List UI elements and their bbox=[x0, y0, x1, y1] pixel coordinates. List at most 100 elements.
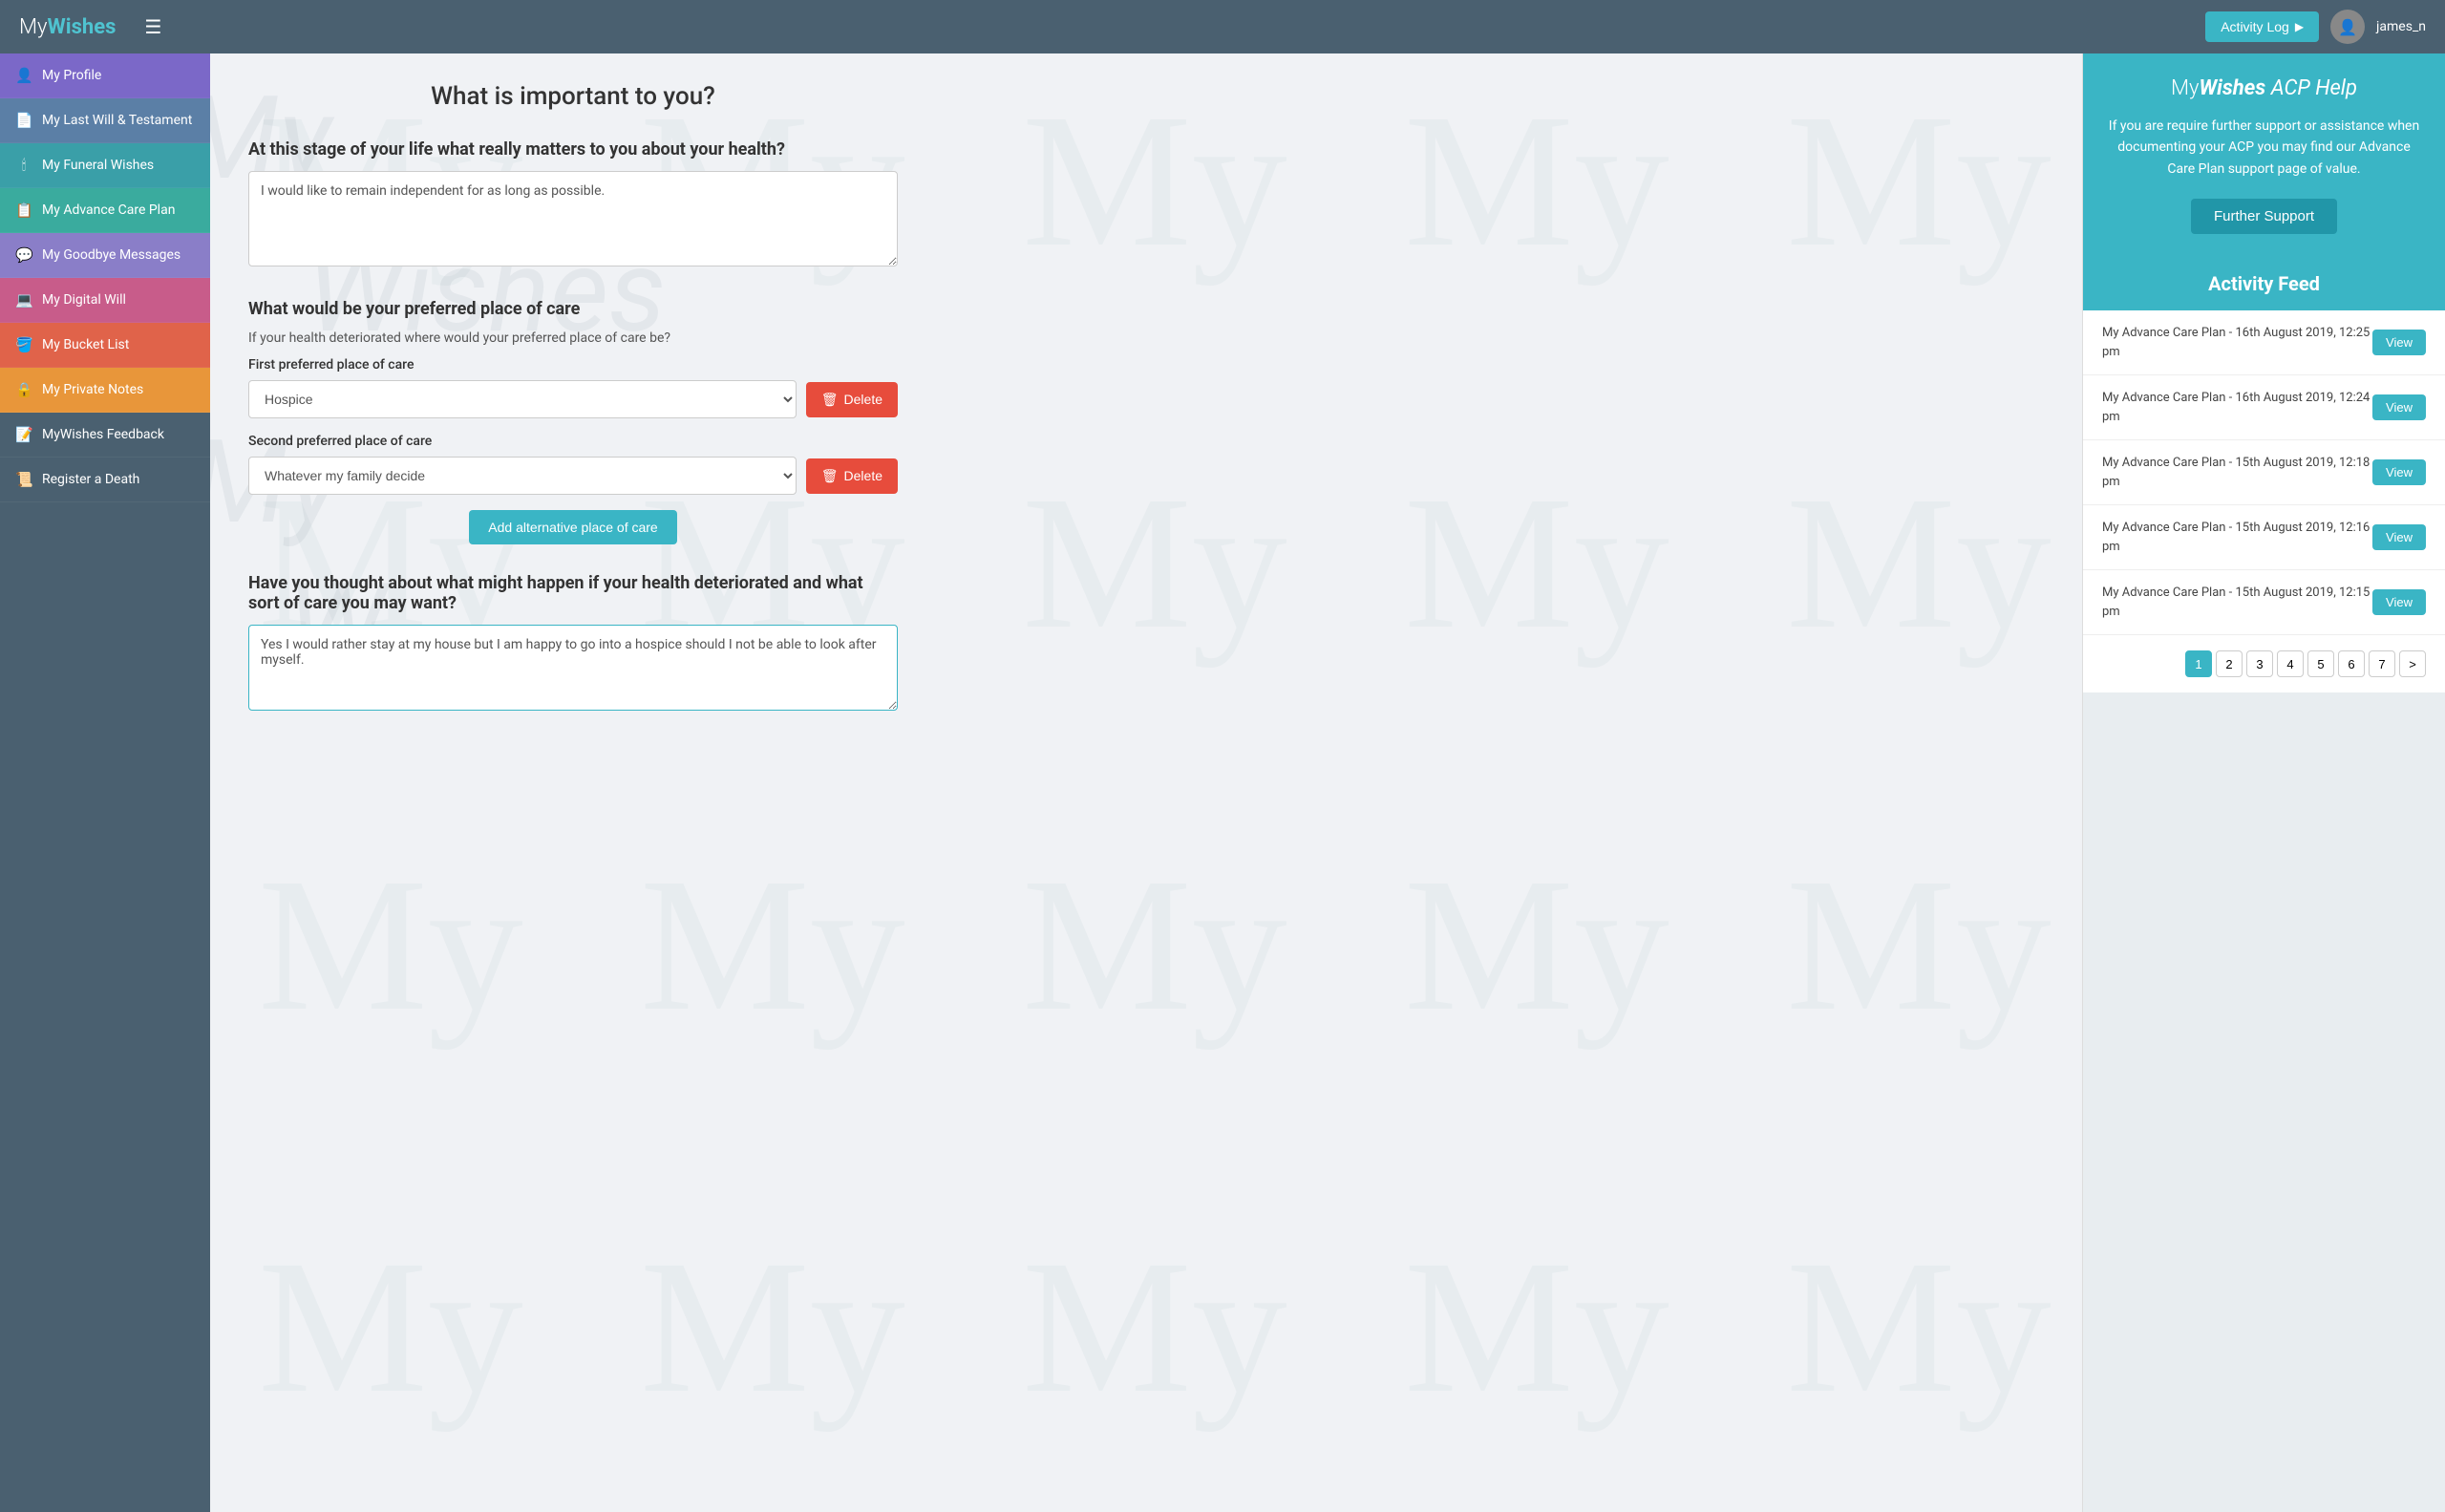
section3-title: Have you thought about what might happen… bbox=[248, 573, 898, 613]
digital-will-icon: 💻 bbox=[15, 291, 32, 309]
care-plan-icon: 📋 bbox=[15, 202, 32, 219]
sidebar-item-my-private-notes[interactable]: 🔒 My Private Notes bbox=[0, 368, 210, 413]
health-deteriorated-textarea[interactable]: Yes I would rather stay at my house but … bbox=[248, 625, 898, 711]
avatar[interactable]: 👤 bbox=[2330, 10, 2365, 44]
sidebar-label: MyWishes Feedback bbox=[42, 427, 164, 442]
header: MyWishes ☰ Activity Log ▶ 👤 james_n bbox=[0, 0, 2445, 53]
second-place-delete-button[interactable]: 🗑 Delete bbox=[806, 458, 898, 494]
profile-icon: 👤 bbox=[15, 67, 32, 84]
health-matters-textarea[interactable]: I would like to remain independent for a… bbox=[248, 171, 898, 266]
sidebar-label: My Funeral Wishes bbox=[42, 158, 154, 173]
view-button-3[interactable]: View bbox=[2372, 459, 2426, 485]
acp-wishes: Wishes bbox=[2200, 76, 2266, 100]
sidebar-label: My Private Notes bbox=[42, 382, 143, 397]
activity-item-text: My Advance Care Plan - 15th August 2019,… bbox=[2102, 584, 2372, 621]
bucket-list-icon: 🪣 bbox=[15, 336, 32, 353]
view-button-2[interactable]: View bbox=[2372, 394, 2426, 420]
activity-item: My Advance Care Plan - 15th August 2019,… bbox=[2083, 440, 2445, 505]
activity-item-text: My Advance Care Plan - 16th August 2019,… bbox=[2102, 389, 2372, 426]
acp-help-title: MyWishes ACP Help bbox=[2106, 76, 2422, 100]
hamburger-icon[interactable]: ☰ bbox=[144, 15, 161, 38]
activity-item: My Advance Care Plan - 16th August 2019,… bbox=[2083, 310, 2445, 375]
view-button-5[interactable]: View bbox=[2372, 589, 2426, 615]
section2-title: What would be your preferred place of ca… bbox=[248, 299, 898, 319]
page-button-5[interactable]: 5 bbox=[2307, 650, 2334, 677]
acp-acp: ACP Help bbox=[2271, 76, 2357, 100]
section2-subtitle: If your health deteriorated where would … bbox=[248, 330, 898, 346]
second-place-select-wrapper: Whatever my family decide Home Hospital … bbox=[248, 457, 797, 495]
page-title: What is important to you? bbox=[248, 82, 898, 111]
logo: MyWishes bbox=[19, 15, 116, 39]
sidebar-label: Register a Death bbox=[42, 472, 139, 487]
acp-help-card: MyWishes ACP Help If you are require fur… bbox=[2083, 53, 2445, 257]
user-name: james_n bbox=[2376, 19, 2426, 34]
sidebar-label: My Last Will & Testament bbox=[42, 113, 192, 128]
feedback-icon: 📝 bbox=[15, 426, 32, 443]
page-button-3[interactable]: 3 bbox=[2246, 650, 2273, 677]
register-death-icon: 📜 bbox=[15, 471, 32, 488]
page-button-2[interactable]: 2 bbox=[2216, 650, 2243, 677]
activity-feed-header: Activity Feed bbox=[2083, 257, 2445, 310]
sidebar-label: My Advance Care Plan bbox=[42, 202, 175, 218]
logo-my: My bbox=[19, 15, 48, 39]
trash-icon: 🗑 bbox=[821, 392, 839, 408]
section-health-deteriorated: Have you thought about what might happen… bbox=[248, 573, 898, 714]
funeral-icon: 🕯 bbox=[15, 157, 32, 174]
view-button-4[interactable]: View bbox=[2372, 524, 2426, 550]
logo-wishes: Wishes bbox=[48, 15, 117, 39]
add-alternative-button[interactable]: Add alternative place of care bbox=[469, 510, 676, 544]
acp-help-text: If you are require further support or as… bbox=[2106, 116, 2422, 180]
sidebar-item-my-last-will[interactable]: 📄 My Last Will & Testament bbox=[0, 98, 210, 143]
right-panel: MyWishes ACP Help If you are require fur… bbox=[2082, 53, 2445, 1512]
sidebar-item-my-goodbye-messages[interactable]: 💬 My Goodbye Messages bbox=[0, 233, 210, 278]
section-health-matters: At this stage of your life what really m… bbox=[248, 139, 898, 270]
activity-log-button[interactable]: Activity Log ▶ bbox=[2205, 11, 2319, 42]
first-place-delete-button[interactable]: 🗑 Delete bbox=[806, 382, 898, 417]
pagination: 1 2 3 4 5 6 7 > bbox=[2083, 635, 2445, 692]
first-place-select[interactable]: Hospice Home Hospital Care Home Whatever… bbox=[248, 380, 797, 418]
activity-item-text: My Advance Care Plan - 15th August 2019,… bbox=[2102, 454, 2372, 491]
second-place-select[interactable]: Whatever my family decide Home Hospital … bbox=[248, 457, 797, 495]
first-place-label: First preferred place of care bbox=[248, 357, 898, 373]
goodbye-icon: 💬 bbox=[15, 246, 32, 264]
private-notes-icon: 🔒 bbox=[15, 381, 32, 398]
sidebar: 👤 My Profile 📄 My Last Will & Testament … bbox=[0, 53, 210, 1512]
page-button-6[interactable]: 6 bbox=[2338, 650, 2365, 677]
main-inner: What is important to you? At this stage … bbox=[248, 82, 898, 714]
sidebar-item-my-funeral-wishes[interactable]: 🕯 My Funeral Wishes bbox=[0, 143, 210, 188]
page-button-1[interactable]: 1 bbox=[2185, 650, 2212, 677]
sidebar-item-mywishes-feedback[interactable]: 📝 MyWishes Feedback bbox=[0, 413, 210, 458]
page-button-7[interactable]: 7 bbox=[2369, 650, 2395, 677]
view-button-1[interactable]: View bbox=[2372, 330, 2426, 355]
trash-icon-2: 🗑 bbox=[821, 468, 839, 484]
activity-item: My Advance Care Plan - 15th August 2019,… bbox=[2083, 570, 2445, 635]
header-right: Activity Log ▶ 👤 james_n bbox=[2205, 10, 2426, 44]
sidebar-item-my-bucket-list[interactable]: 🪣 My Bucket List bbox=[0, 323, 210, 368]
first-place-row: Hospice Home Hospital Care Home Whatever… bbox=[248, 380, 898, 418]
acp-my: My bbox=[2171, 76, 2200, 100]
second-place-row: Whatever my family decide Home Hospital … bbox=[248, 457, 898, 495]
sidebar-item-my-advance-care-plan[interactable]: 📋 My Advance Care Plan bbox=[0, 188, 210, 233]
second-place-label: Second preferred place of care bbox=[248, 434, 898, 449]
section-preferred-place: What would be your preferred place of ca… bbox=[248, 299, 898, 544]
further-support-button[interactable]: Further Support bbox=[2191, 199, 2337, 234]
activity-item-text: My Advance Care Plan - 16th August 2019,… bbox=[2102, 324, 2372, 361]
sidebar-label: My Profile bbox=[42, 68, 101, 83]
sidebar-item-my-profile[interactable]: 👤 My Profile bbox=[0, 53, 210, 98]
first-place-select-wrapper: Hospice Home Hospital Care Home Whatever… bbox=[248, 380, 797, 418]
section1-title: At this stage of your life what really m… bbox=[248, 139, 898, 160]
sidebar-label: My Bucket List bbox=[42, 337, 129, 352]
sidebar-item-register-a-death[interactable]: 📜 Register a Death bbox=[0, 458, 210, 502]
arrow-icon: ▶ bbox=[2295, 20, 2304, 33]
activity-item-text: My Advance Care Plan - 15th August 2019,… bbox=[2102, 519, 2372, 556]
activity-item: My Advance Care Plan - 16th August 2019,… bbox=[2083, 375, 2445, 440]
main-content: My Wishes My W What is important to you?… bbox=[210, 53, 2082, 1512]
page-button-4[interactable]: 4 bbox=[2277, 650, 2304, 677]
activity-item: My Advance Care Plan - 15th August 2019,… bbox=[2083, 505, 2445, 570]
layout: 👤 My Profile 📄 My Last Will & Testament … bbox=[0, 53, 2445, 1512]
page-button-next[interactable]: > bbox=[2399, 650, 2426, 677]
activity-feed-card: Activity Feed My Advance Care Plan - 16t… bbox=[2083, 257, 2445, 692]
sidebar-item-my-digital-will[interactable]: 💻 My Digital Will bbox=[0, 278, 210, 323]
sidebar-label: My Digital Will bbox=[42, 292, 126, 308]
sidebar-label: My Goodbye Messages bbox=[42, 247, 181, 263]
